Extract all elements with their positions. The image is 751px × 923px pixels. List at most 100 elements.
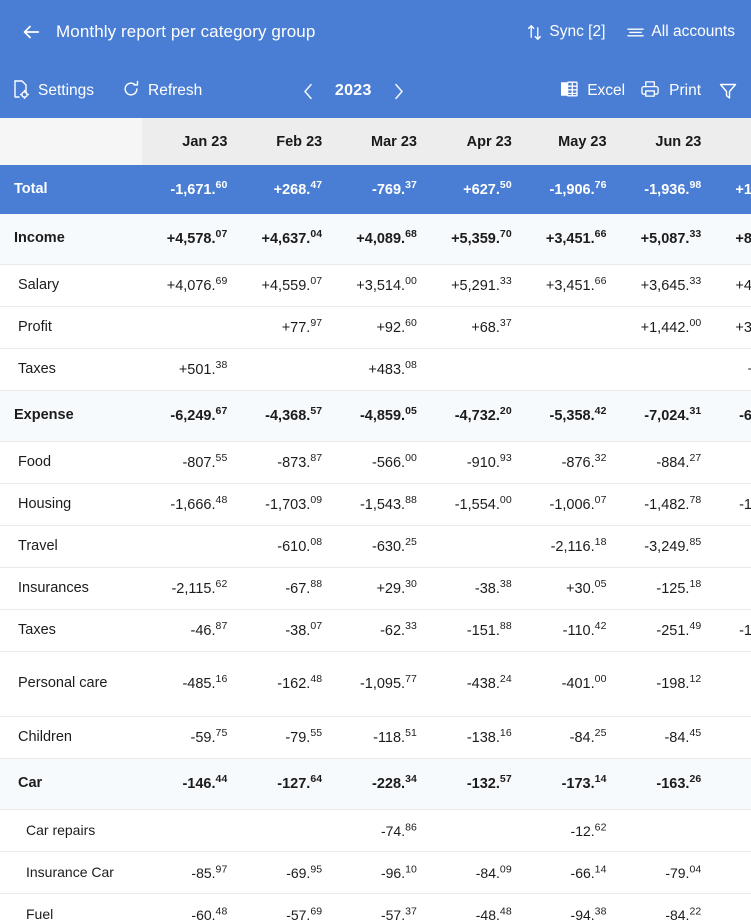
amount-cell[interactable]: -46.87: [141, 609, 237, 652]
table-row[interactable]: Expense -6,249.67 -4,368.57 -4,859.05 -4,732…: [0, 390, 751, 442]
amount-cell[interactable]: [425, 525, 521, 568]
table-row[interactable]: Housing -1,666.48 -1,703.09 -1,543.88 -1,554…: [0, 483, 751, 526]
amount-cell[interactable]: -198.12: [615, 651, 711, 717]
amount-cell[interactable]: [520, 348, 616, 391]
amount-cell[interactable]: -173.14: [520, 758, 616, 810]
column-header-jul-23[interactable]: Jul 23: [710, 118, 751, 165]
amount-cell[interactable]: -66.14: [520, 851, 616, 894]
amount-cell[interactable]: -4,732.20: [425, 390, 521, 442]
amount-cell[interactable]: -94.38: [520, 893, 616, 923]
amount-cell[interactable]: -228.34: [331, 758, 426, 810]
amount-cell[interactable]: +5,087.33: [615, 214, 711, 265]
amount-cell[interactable]: [615, 809, 711, 852]
amount-cell[interactable]: -84.22: [615, 893, 711, 923]
amount-cell[interactable]: -1,703.09: [236, 483, 332, 526]
amount-cell[interactable]: [141, 306, 237, 349]
amount-cell[interactable]: -2,115.62: [141, 567, 237, 610]
amount-cell[interactable]: -138.16: [425, 716, 521, 759]
amount-cell[interactable]: -1,936.98: [615, 165, 711, 214]
amount-cell[interactable]: -1,671.60: [141, 165, 237, 214]
back-button[interactable]: [14, 15, 48, 49]
amount-cell[interactable]: -132.57: [425, 758, 521, 810]
table-row[interactable]: Car -146.44 -127.64 -228.34 -132.57 -173.14 -1…: [0, 758, 751, 810]
table-row[interactable]: Car repairs -74.86 -12.62 -631.26: [0, 809, 751, 852]
amount-cell[interactable]: -1,006.07: [520, 483, 616, 526]
amount-cell[interactable]: [236, 348, 332, 391]
amount-cell[interactable]: -251.49: [615, 609, 711, 652]
amount-cell[interactable]: -126.58: [710, 893, 751, 923]
column-header-jan-23[interactable]: Jan 23: [141, 118, 237, 165]
amount-cell[interactable]: -4,368.57: [236, 390, 332, 442]
amount-cell[interactable]: +268.47: [236, 165, 332, 214]
amount-cell[interactable]: -162.48: [236, 651, 332, 717]
amount-cell[interactable]: -57.69: [236, 893, 332, 923]
amount-cell[interactable]: +3,451.66: [520, 264, 616, 307]
amount-cell[interactable]: -38.07: [236, 609, 332, 652]
amount-cell[interactable]: +3,451.66: [520, 214, 616, 265]
amount-cell[interactable]: -766.25: [710, 441, 751, 484]
amount-cell[interactable]: -84.25: [520, 716, 616, 759]
column-header-mar-23[interactable]: Mar 23: [331, 118, 426, 165]
table-row[interactable]: Insurance Car -85.97 -69.95 -96.10 -84.09 -66…: [0, 851, 751, 894]
print-button[interactable]: Print: [641, 80, 701, 103]
amount-cell[interactable]: -12.62: [520, 809, 616, 852]
amount-cell[interactable]: -60.48: [141, 893, 237, 923]
report-table-container[interactable]: Jan 23Feb 23Mar 23Apr 23May 23Jun 23Jul …: [0, 118, 751, 923]
table-row[interactable]: Salary +4,076.69 +4,559.07 +3,514.00 +5,291.…: [0, 264, 751, 307]
table-row[interactable]: Children -59.75 -79.55 -118.51 -138.16 -84.25…: [0, 716, 751, 759]
next-year-button[interactable]: [388, 81, 408, 101]
amount-cell[interactable]: -884.27: [615, 441, 711, 484]
column-header-may-23[interactable]: May 23: [520, 118, 616, 165]
amount-cell[interactable]: +3,514.00: [331, 264, 426, 307]
amount-cell[interactable]: -118.51: [331, 716, 426, 759]
amount-cell[interactable]: [425, 809, 521, 852]
amount-cell[interactable]: -163.26: [615, 758, 711, 810]
amount-cell[interactable]: +483.08: [331, 348, 426, 391]
amount-cell[interactable]: -769.37: [331, 165, 426, 214]
amount-cell[interactable]: -74.86: [331, 809, 426, 852]
amount-cell[interactable]: -851.80: [710, 758, 751, 810]
amount-cell[interactable]: -2,116.18: [520, 525, 616, 568]
filter-button[interactable]: [719, 82, 737, 100]
amount-cell[interactable]: -38.38: [425, 567, 521, 610]
amount-cell[interactable]: -1,543.88: [331, 483, 426, 526]
amount-cell[interactable]: +4,076.69: [141, 264, 237, 307]
column-header-feb-23[interactable]: Feb 23: [236, 118, 332, 165]
amount-cell[interactable]: -69.95: [236, 851, 332, 894]
amount-cell[interactable]: -199.79: [710, 716, 751, 759]
amount-cell[interactable]: -610.08: [236, 525, 332, 568]
amount-cell[interactable]: -5,358.42: [520, 390, 616, 442]
amount-cell[interactable]: -127.64: [236, 758, 332, 810]
all-accounts-button[interactable]: All accounts: [627, 23, 735, 41]
amount-cell[interactable]: -908.96: [710, 651, 751, 717]
amount-cell[interactable]: -1,554.00: [425, 483, 521, 526]
amount-cell[interactable]: +8,352.04: [710, 214, 751, 265]
table-row[interactable]: Taxes+501.38 +483.08 +535.57: [0, 348, 751, 391]
amount-cell[interactable]: -48.48: [425, 893, 521, 923]
amount-cell[interactable]: -1,906.76: [520, 165, 616, 214]
amount-cell[interactable]: -151.88: [425, 609, 521, 652]
table-row[interactable]: Food -807.55 -873.87 -566.00 -910.93 -876.32-…: [0, 441, 751, 484]
amount-cell[interactable]: +5,291.33: [425, 264, 521, 307]
amount-cell[interactable]: [520, 306, 616, 349]
total-row[interactable]: Total -1,671.60 +268.47 -769.37 +627.50 -1,90…: [0, 165, 751, 214]
table-row[interactable]: Fuel -60.48 -57.69 -57.37 -48.48 -94.38 -84.22…: [0, 893, 751, 923]
amount-cell[interactable]: [141, 525, 237, 568]
amount-cell[interactable]: -1,336.97: [710, 609, 751, 652]
amount-cell[interactable]: -57.37: [331, 893, 426, 923]
amount-cell[interactable]: -84.45: [615, 716, 711, 759]
amount-cell[interactable]: -807.55: [141, 441, 237, 484]
amount-cell[interactable]: -96.10: [331, 851, 426, 894]
amount-cell[interactable]: +30.05: [520, 567, 616, 610]
amount-cell[interactable]: +77.97: [236, 306, 332, 349]
amount-cell[interactable]: [236, 809, 332, 852]
amount-cell[interactable]: -59.75: [141, 716, 237, 759]
amount-cell[interactable]: -631.26: [710, 809, 751, 852]
amount-cell[interactable]: +4,559.07: [236, 264, 332, 307]
amount-cell[interactable]: +501.38: [141, 348, 237, 391]
amount-cell[interactable]: -146.44: [141, 758, 237, 810]
amount-cell[interactable]: -876.32: [520, 441, 616, 484]
amount-cell[interactable]: -67.88: [236, 567, 332, 610]
amount-cell[interactable]: +4,089.68: [331, 214, 426, 265]
amount-cell[interactable]: -4,859.05: [331, 390, 426, 442]
